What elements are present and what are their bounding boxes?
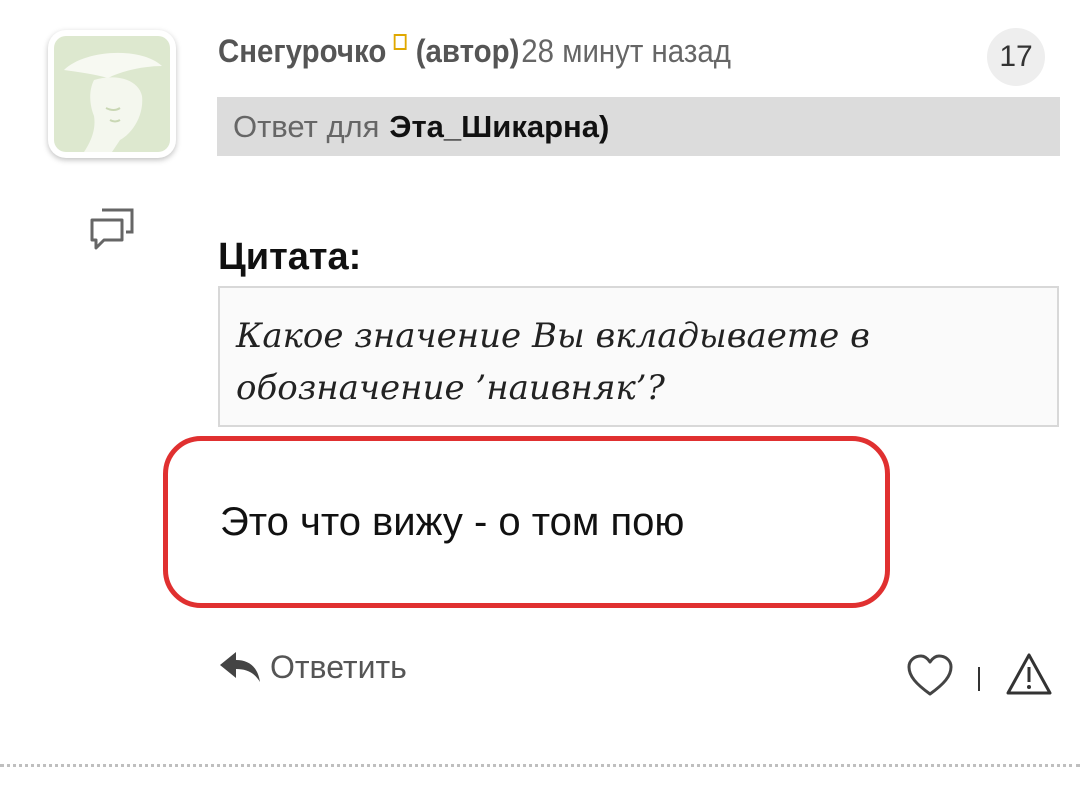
- author-line: Снегурочко (автор) 28 минут назад: [218, 33, 731, 77]
- author-role: (автор): [415, 33, 520, 69]
- quote-line-1: Какое значение Вы вкладываете в: [236, 316, 870, 356]
- reply-arrow-icon: [220, 652, 260, 682]
- report-button[interactable]: [1005, 652, 1053, 701]
- author-name[interactable]: Снегурочко: [218, 33, 386, 70]
- comment-number-badge: 17: [987, 28, 1045, 86]
- warning-icon: [1006, 653, 1052, 695]
- avatar-woman-icon: [54, 36, 170, 152]
- thread-icon[interactable]: [90, 208, 134, 255]
- timestamp: 28 минут назад: [521, 33, 731, 69]
- reply-to-prefix: Ответ для: [233, 108, 380, 144]
- quote-title: Цитата:: [218, 236, 362, 278]
- reply-to-target[interactable]: Эта_Шикарна): [389, 109, 609, 145]
- actions-separator: [978, 667, 980, 691]
- like-button[interactable]: [906, 654, 954, 703]
- heart-icon: [907, 654, 953, 696]
- answer-highlight: Это что вижу - о том пою: [163, 436, 890, 608]
- quote-line-2: обозначение ’наивняк’?: [236, 368, 665, 408]
- author-status-icon: [393, 34, 407, 50]
- reply-label: Ответить: [270, 648, 407, 685]
- quote-box: Какое значение Вы вкладываете в обозначе…: [218, 286, 1059, 427]
- reply-button[interactable]: Ответить: [218, 648, 407, 686]
- reply-to-bar: Ответ для Эта_Шикарна): [217, 97, 1060, 156]
- author-avatar[interactable]: [48, 30, 176, 158]
- answer-text: Это что вижу - о том пою: [220, 499, 685, 544]
- comment-divider: [0, 764, 1080, 767]
